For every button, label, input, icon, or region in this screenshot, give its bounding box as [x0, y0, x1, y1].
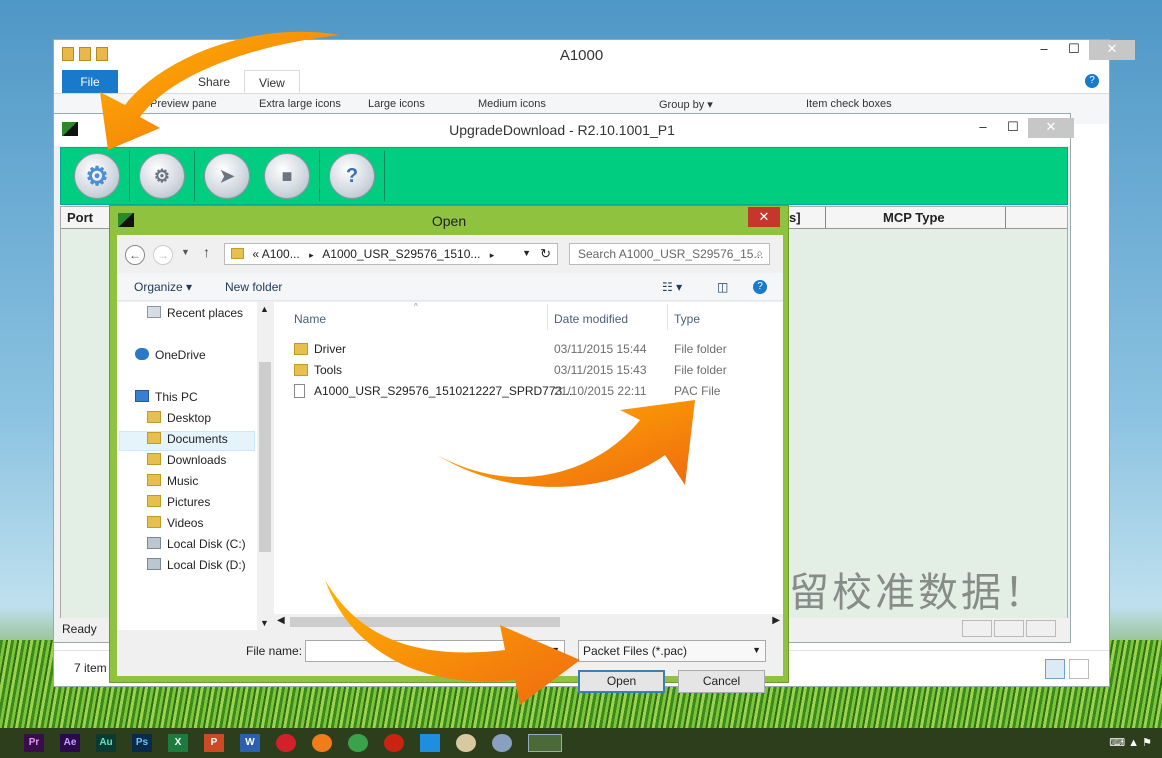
- arrow-to-open-button: [325, 580, 580, 705]
- taskbar-app-premiere-icon[interactable]: Pr: [24, 734, 44, 752]
- arrow-to-settings: [100, 31, 340, 150]
- taskbar-app-firefox-icon[interactable]: [312, 734, 332, 752]
- taskbar-app-aftereffects-icon[interactable]: Ae: [60, 734, 80, 752]
- taskbar-app-opera-icon[interactable]: [276, 734, 296, 752]
- arrow-to-file: [437, 400, 695, 487]
- taskbar-app-v-icon[interactable]: [420, 734, 440, 752]
- taskbar-app-paint-icon[interactable]: [492, 734, 512, 752]
- taskbar-app-excel-icon[interactable]: X: [168, 734, 188, 752]
- taskbar-app-audition-icon[interactable]: Au: [96, 734, 116, 752]
- taskbar-app-powerpoint-icon[interactable]: P: [204, 734, 224, 752]
- taskbar-app-misc-icon[interactable]: [456, 734, 476, 752]
- taskbar-app-photoshop-icon[interactable]: Ps: [132, 734, 152, 752]
- taskbar: Pr Ae Au Ps X P W ⌨ ▲ ⚑: [0, 728, 1162, 758]
- system-tray[interactable]: ⌨ ▲ ⚑: [1109, 736, 1152, 749]
- taskbar-app-word-icon[interactable]: W: [240, 734, 260, 752]
- taskbar-app-chrome-icon[interactable]: [348, 734, 368, 752]
- taskbar-app-media-icon[interactable]: [384, 734, 404, 752]
- taskbar-app-upgradedownload-icon[interactable]: [528, 734, 562, 752]
- annotation-arrows: [100, 31, 695, 705]
